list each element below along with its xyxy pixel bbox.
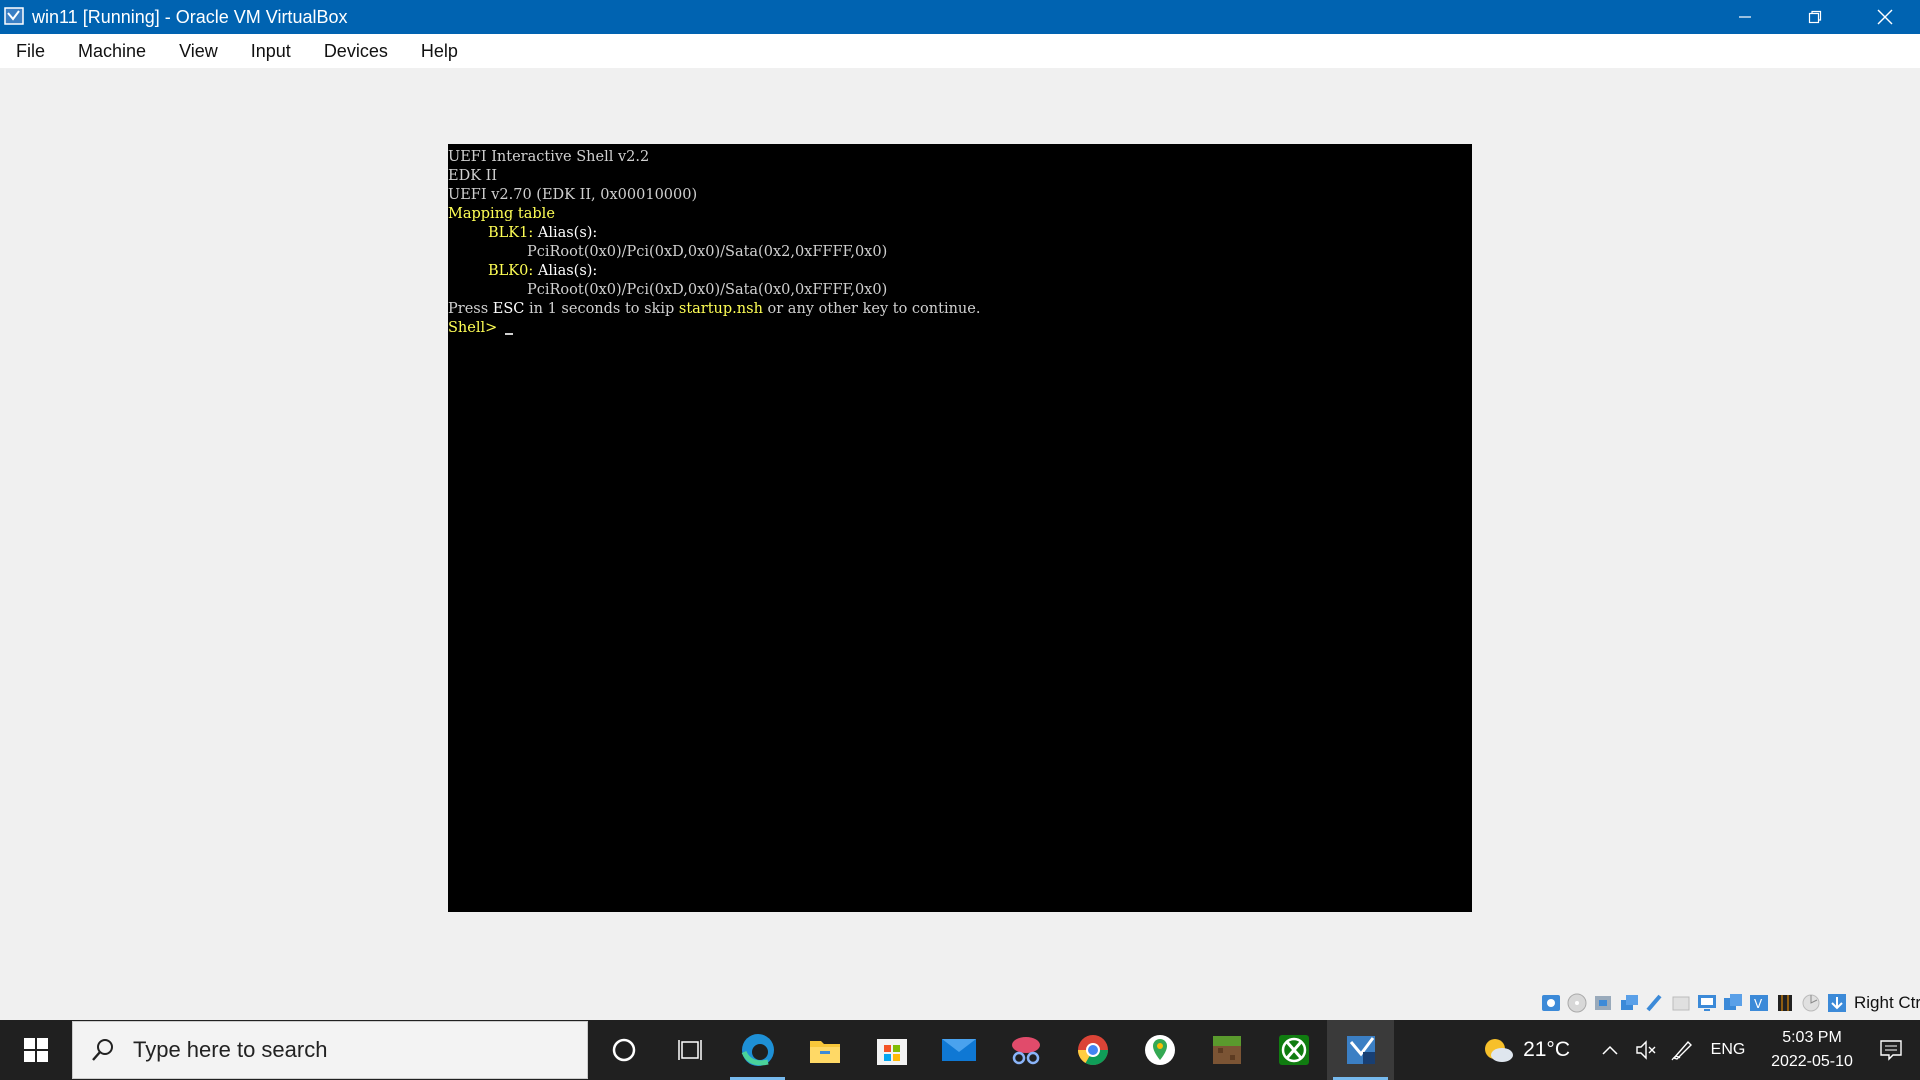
taskbar-maps[interactable] [1126,1020,1193,1080]
xbox-icon [1278,1035,1309,1065]
cortana-button[interactable] [590,1020,657,1080]
taskbar-microsoft-store[interactable] [858,1020,925,1080]
blk0-path: PciRoot(0x0)/Pci(0xD,0x0)/Sata(0x0,0xFFF… [527,282,888,298]
close-button[interactable] [1850,0,1920,34]
keyboard-capture-icon[interactable] [1826,991,1848,1015]
clock[interactable]: 5:03 PM 2022-05-10 [1762,1026,1862,1074]
usb-icon[interactable] [1644,991,1666,1015]
alias-label: Alias(s): [533,225,598,241]
virtualbox-icon [2,4,28,30]
clock-date: 2022-05-10 [1771,1053,1853,1070]
console-line: Press ESC in 1 seconds to skip startup.n… [448,300,980,319]
clock-time: 5:03 PM [1782,1029,1842,1046]
startup-script: startup.nsh [678,301,763,317]
seconds-text: in 1 seconds to skip [524,301,679,317]
menu-file[interactable]: File [4,34,57,68]
pen-icon [1671,1040,1692,1061]
alias-label: Alias(s): [533,263,598,279]
press-text: Press [448,301,493,317]
notification-center-button[interactable] [1862,1020,1920,1080]
network-icon[interactable] [1618,991,1640,1015]
recording-icon[interactable] [1722,991,1744,1015]
mouse-integration-icon[interactable] [1800,991,1822,1015]
task-view-icon [677,1040,702,1060]
esc-key: ESC [492,301,525,317]
display-icon[interactable] [1696,991,1718,1015]
mapping-table-header: Mapping table [448,206,555,222]
search-placeholder: Type here to search [133,1037,328,1062]
close-icon [1877,9,1893,25]
vm-status-bar: V Right Ctrl [1540,988,1920,1018]
cortana-icon [612,1038,635,1062]
menu-machine[interactable]: Machine [66,34,158,68]
weather-widget[interactable]: 21°C [1481,1035,1570,1065]
volume-button[interactable] [1628,1020,1664,1080]
map-pin-icon [1144,1035,1175,1065]
restore-icon [1808,10,1822,24]
store-icon [876,1039,907,1065]
temperature: 21°C [1523,1038,1570,1061]
title-bar[interactable]: win11 [Running] - Oracle VM VirtualBox [0,0,1920,34]
minimize-button[interactable] [1710,0,1780,34]
taskbar-edge[interactable] [724,1020,791,1080]
folder-icon [809,1041,840,1063]
audio-icon[interactable] [1592,991,1614,1015]
task-view-button[interactable] [657,1020,724,1080]
taskbar-file-explorer[interactable] [791,1020,858,1080]
console-line: EDK II [448,168,498,184]
vm-display[interactable]: UEFI Interactive Shell v2.2 EDK II UEFI … [448,144,1472,912]
cpu-icon[interactable]: V [1748,991,1770,1015]
system-tray: 21°C ENG 5:03 PM 2022-05-10 [1481,1020,1920,1080]
console-line: BLK0: Alias(s): [488,262,597,281]
partly-cloudy-icon [1485,1039,1514,1062]
blk1-path: PciRoot(0x0)/Pci(0xD,0x0)/Sata(0x2,0xFFF… [527,244,888,260]
mail-icon [941,1039,976,1061]
hard-disk-icon[interactable] [1540,991,1562,1015]
notification-icon [1880,1040,1902,1061]
taskbar: Type here to search 21°C ENG 5:03 PM 202… [0,1020,1920,1080]
input-language[interactable]: ENG [1700,1041,1756,1059]
menu-devices[interactable]: Devices [312,34,400,68]
taskbar-search[interactable]: Type here to search [72,1021,588,1079]
show-hidden-icons-button[interactable] [1592,1020,1628,1080]
snipping-tool-icon [1011,1037,1040,1065]
text-cursor [505,333,514,335]
continue-text: or any other key to continue. [762,301,981,317]
volume-muted-icon [1636,1040,1656,1060]
edge-icon [741,1034,774,1066]
taskbar-snipping-tool[interactable] [992,1020,1059,1080]
minimize-icon [1739,16,1751,18]
virtualbox-icon [1346,1036,1375,1064]
taskbar-xbox[interactable] [1260,1020,1327,1080]
start-button[interactable] [0,1020,72,1080]
minecraft-icon [1212,1036,1241,1064]
chevron-up-icon [1602,1045,1618,1055]
windows-icon [24,1038,48,1062]
window-title: win11 [Running] - Oracle VM VirtualBox [32,6,348,27]
search-icon [73,1037,133,1063]
pen-button[interactable] [1664,1020,1700,1080]
console-line: UEFI Interactive Shell v2.2 [448,149,650,165]
console-line: UEFI v2.70 (EDK II, 0x00010000) [448,187,698,203]
host-key-label: Right Ctrl [1854,993,1920,1012]
activity-icon[interactable] [1774,991,1796,1015]
svg-text:V: V [1754,997,1763,1011]
restore-button[interactable] [1780,0,1850,34]
blk1-name: BLK1: [488,225,534,241]
taskbar-virtualbox[interactable] [1327,1020,1394,1080]
chrome-icon [1077,1035,1108,1066]
optical-drive-icon[interactable] [1566,991,1588,1015]
taskbar-chrome[interactable] [1059,1020,1126,1080]
taskbar-mail[interactable] [925,1020,992,1080]
blk0-name: BLK0: [488,263,534,279]
shell-prompt-line: Shell> [448,319,514,338]
menu-input[interactable]: Input [239,34,303,68]
menu-help[interactable]: Help [409,34,470,68]
shell-prompt: Shell> [448,320,498,336]
console-line: BLK1: Alias(s): [488,224,597,243]
shared-folders-icon[interactable] [1670,991,1692,1015]
taskbar-minecraft[interactable] [1193,1020,1260,1080]
menu-bar: File Machine View Input Devices Help [0,34,1920,68]
menu-view[interactable]: View [167,34,230,68]
